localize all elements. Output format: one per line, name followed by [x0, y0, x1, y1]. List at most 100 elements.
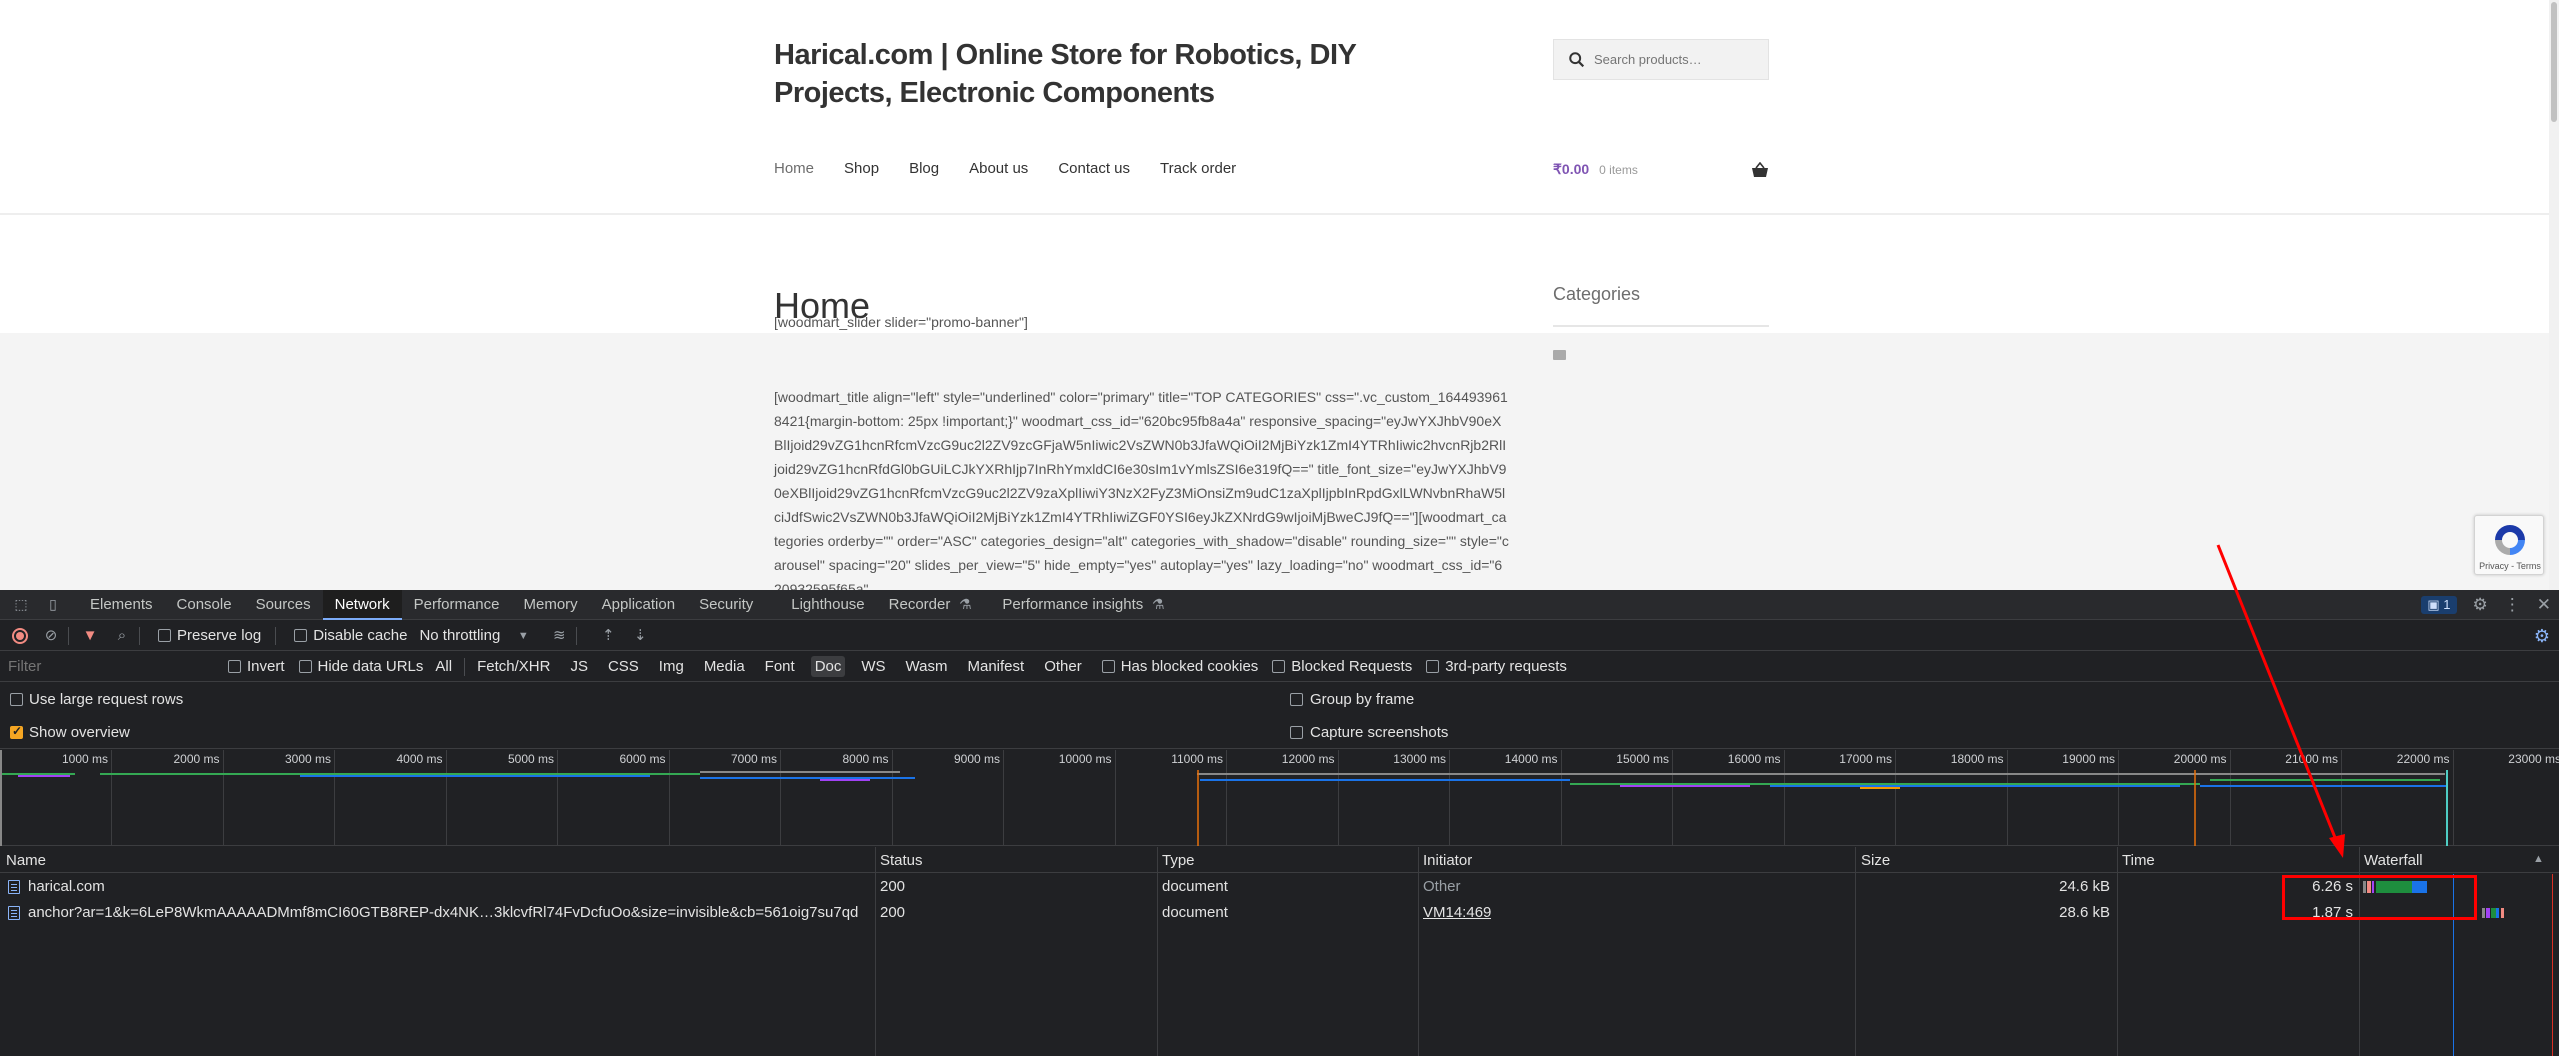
filter-input[interactable]: [8, 658, 218, 675]
show-overview-checkbox[interactable]: [10, 724, 23, 739]
export-har-icon[interactable]: ⇣: [631, 627, 649, 645]
header-cart[interactable]: ₹0.00 0 items: [1553, 161, 1769, 178]
settings-gear-icon[interactable]: ⚙: [2473, 595, 2488, 615]
device-toolbar-icon[interactable]: ▯: [42, 596, 64, 614]
col-waterfall[interactable]: Waterfall: [2364, 852, 2423, 869]
issues-badge[interactable]: ▣ 1: [2421, 596, 2457, 614]
site-title[interactable]: Harical.com | Online Store for Robotics,…: [774, 36, 1474, 112]
hide-data-urls-checkbox[interactable]: [298, 660, 312, 673]
tab-lighthouse[interactable]: Lighthouse: [779, 590, 876, 620]
page-scrollbar[interactable]: [2549, 0, 2559, 590]
basket-icon[interactable]: [1751, 161, 1769, 178]
record-icon[interactable]: [12, 627, 28, 644]
third-party-checkbox[interactable]: [1426, 660, 1440, 673]
type-filter-other[interactable]: Other: [1040, 656, 1086, 677]
product-search[interactable]: [1553, 39, 1769, 80]
page-scrollbar-thumb[interactable]: [2551, 2, 2557, 122]
request-name[interactable]: harical.com: [28, 878, 868, 895]
invert-label[interactable]: Invert: [247, 658, 285, 675]
col-time[interactable]: Time: [2122, 852, 2155, 869]
network-conditions-icon[interactable]: ≋: [550, 627, 568, 645]
recaptcha-text[interactable]: Privacy - Terms: [2479, 561, 2541, 571]
capture-screenshots-checkbox[interactable]: [1290, 725, 1303, 739]
col-type[interactable]: Type: [1162, 852, 1195, 869]
tab-sources[interactable]: Sources: [244, 590, 323, 620]
col-status[interactable]: Status: [880, 852, 923, 869]
tab-console[interactable]: Console: [165, 590, 244, 620]
tab-network[interactable]: Network: [322, 589, 402, 620]
request-initiator-link[interactable]: VM14:469: [1423, 904, 1491, 921]
chevron-down-icon[interactable]: ▼: [514, 627, 532, 645]
col-initiator[interactable]: Initiator: [1423, 852, 1472, 869]
experimental-flask-icon: ⚗: [1151, 595, 1165, 612]
experimental-flask-icon: ⚗: [959, 595, 972, 612]
type-filter-ws[interactable]: WS: [857, 656, 889, 677]
type-filter-all[interactable]: All: [431, 656, 456, 677]
primary-nav: Home Shop Blog About us Contact us Track…: [774, 160, 1266, 177]
nav-about-us[interactable]: About us: [969, 160, 1028, 177]
disable-cache-label[interactable]: Disable cache: [313, 627, 407, 644]
nav-shop[interactable]: Shop: [844, 160, 879, 177]
table-row[interactable]: anchor?ar=1&k=6LeP8WkmAAAAADMmf8mCI60GTB…: [0, 900, 2559, 926]
overview-bars: [0, 750, 2448, 846]
type-filter-css[interactable]: CSS: [604, 656, 643, 677]
has-blocked-cookies-checkbox[interactable]: [1101, 660, 1115, 673]
has-blocked-cookies-label[interactable]: Has blocked cookies: [1121, 658, 1259, 675]
network-settings-gear-icon[interactable]: ⚙: [2533, 627, 2551, 645]
recaptcha-badge[interactable]: Privacy - Terms: [2474, 515, 2544, 575]
throttling-select[interactable]: No throttling: [419, 627, 500, 644]
type-filter-doc[interactable]: Doc: [810, 656, 846, 677]
type-filter-fetch-xhr[interactable]: Fetch/XHR: [473, 656, 554, 677]
nav-blog[interactable]: Blog: [909, 160, 939, 177]
tab-performance-insights[interactable]: Performance insights: [990, 590, 1155, 620]
disable-cache-checkbox[interactable]: [294, 629, 308, 642]
tab-recorder[interactable]: Recorder: [877, 590, 963, 620]
request-name[interactable]: anchor?ar=1&k=6LeP8WkmAAAAADMmf8mCI60GTB…: [28, 904, 868, 921]
nav-contact-us[interactable]: Contact us: [1058, 160, 1130, 177]
waterfall-bar[interactable]: [2482, 905, 2512, 921]
type-filter-img[interactable]: Img: [655, 656, 688, 677]
large-rows-label[interactable]: Use large request rows: [29, 691, 183, 708]
close-devtools-icon[interactable]: ✕: [2537, 595, 2551, 615]
network-overview[interactable]: 1000 ms 2000 ms 3000 ms 4000 ms 5000 ms 6000 …: [0, 750, 2559, 846]
group-by-frame-checkbox[interactable]: [1290, 693, 1303, 706]
clear-icon[interactable]: ⊘: [42, 627, 60, 645]
preserve-log-label[interactable]: Preserve log: [177, 627, 261, 644]
invert-checkbox[interactable]: [228, 660, 241, 673]
type-filter-js[interactable]: JS: [566, 656, 592, 677]
tab-memory[interactable]: Memory: [512, 590, 590, 620]
nav-track-order[interactable]: Track order: [1160, 160, 1236, 177]
request-type: document: [1162, 904, 1228, 921]
blocked-requests-label[interactable]: Blocked Requests: [1291, 658, 1412, 675]
shortcode-categories: [woodmart_title align="left" style="unde…: [774, 389, 1509, 590]
preserve-log-checkbox[interactable]: [158, 629, 171, 642]
hide-data-urls-label[interactable]: Hide data URLs: [318, 658, 424, 675]
type-filter-font[interactable]: Font: [761, 656, 799, 677]
settings-row-2: Show overview Capture screenshots: [0, 716, 2559, 749]
annotation-highlight-box: [2282, 875, 2477, 920]
search-icon[interactable]: ⌕: [113, 627, 131, 645]
capture-screenshots-label[interactable]: Capture screenshots: [1310, 724, 1448, 741]
import-har-icon[interactable]: ⇡: [599, 627, 617, 645]
nav-home[interactable]: Home: [774, 160, 814, 177]
inspect-element-icon[interactable]: ⬚: [10, 596, 32, 614]
large-rows-checkbox[interactable]: [10, 693, 23, 706]
tab-performance[interactable]: Performance: [402, 590, 512, 620]
search-input[interactable]: [1594, 52, 1764, 67]
group-by-frame-label[interactable]: Group by frame: [1310, 691, 1414, 708]
more-options-icon[interactable]: ⋮: [2504, 595, 2521, 615]
blocked-requests-checkbox[interactable]: [1272, 660, 1286, 673]
type-filter-wasm[interactable]: Wasm: [902, 656, 952, 677]
show-overview-label[interactable]: Show overview: [29, 724, 130, 741]
type-filter-media[interactable]: Media: [700, 656, 749, 677]
type-filter-manifest[interactable]: Manifest: [964, 656, 1029, 677]
tab-application[interactable]: Application: [590, 590, 687, 620]
col-size[interactable]: Size: [1861, 852, 1890, 869]
filter-icon[interactable]: ▼: [81, 627, 99, 645]
third-party-label[interactable]: 3rd-party requests: [1445, 658, 1567, 675]
sort-ascending-icon[interactable]: ▲: [2533, 853, 2544, 865]
table-row[interactable]: harical.com 200 document Other 24.6 kB 6…: [0, 874, 2559, 900]
col-name[interactable]: Name: [6, 852, 46, 869]
tab-security[interactable]: Security: [687, 590, 765, 620]
tab-elements[interactable]: Elements: [78, 590, 165, 620]
